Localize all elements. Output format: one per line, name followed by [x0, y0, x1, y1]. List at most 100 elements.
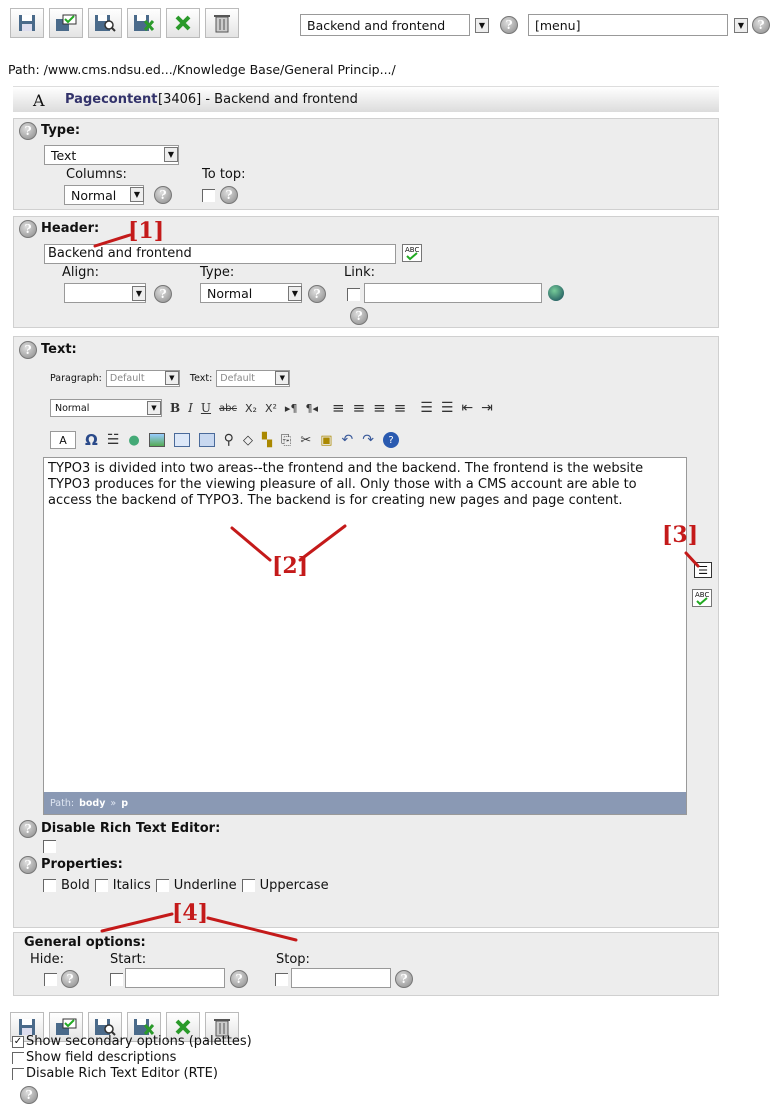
html-source-icon[interactable]: ◇ — [243, 433, 253, 448]
help-icon[interactable]: ? — [220, 186, 238, 204]
remove-format-icon[interactable]: ▚ — [262, 433, 272, 448]
statusbar-separator: » — [110, 797, 117, 809]
help-icon[interactable]: ? — [61, 970, 79, 988]
totop-checkbox[interactable] — [202, 189, 215, 202]
unordered-list-icon[interactable]: ☰ — [441, 400, 454, 416]
chevron-down-icon[interactable]: ▼ — [164, 147, 178, 162]
close-button[interactable] — [166, 8, 200, 38]
indent-icon[interactable]: ⇥ — [481, 400, 493, 416]
bold-checkbox[interactable] — [43, 879, 56, 892]
delete-button[interactable] — [205, 8, 239, 38]
align-center-icon[interactable]: ≡ — [353, 399, 366, 417]
italic-button[interactable]: I — [188, 401, 193, 415]
chevron-down-icon[interactable]: ▼ — [475, 18, 489, 33]
subscript-button[interactable]: X₂ — [245, 402, 257, 415]
uppercase-checkbox[interactable] — [241, 879, 255, 892]
spellcheck-icon[interactable]: ABC — [692, 589, 712, 607]
disable-rte-global-checkbox[interactable] — [12, 1068, 24, 1080]
field-descriptions-checkbox[interactable] — [12, 1052, 24, 1064]
help-icon[interactable]: ? — [350, 307, 368, 325]
chevron-down-icon[interactable]: ▼ — [734, 18, 748, 33]
italics-checkbox[interactable] — [94, 879, 108, 892]
special-char-icon[interactable]: Ω — [85, 431, 98, 449]
italics-option-label: Italics — [112, 878, 151, 893]
statusbar-path-label: Path: — [50, 797, 75, 809]
start-checkbox[interactable] — [110, 973, 123, 986]
block-style-select[interactable]: Normal ▼ — [50, 399, 162, 417]
redo-icon[interactable]: ↷ — [362, 432, 374, 448]
header-panel: ? Header: Backend and frontend ABC Align… — [13, 216, 719, 328]
rte-editor[interactable]: TYPO3 is divided into two areas--the fro… — [43, 457, 687, 815]
save-button[interactable] — [10, 8, 44, 38]
rte-body-text[interactable]: TYPO3 is divided into two areas--the fro… — [44, 458, 686, 512]
help-icon[interactable]: ? — [19, 341, 37, 359]
help-icon[interactable]: ? — [230, 970, 248, 988]
type-select[interactable]: Text — [44, 145, 179, 165]
align-left-icon[interactable]: ≡ — [332, 399, 345, 417]
help-icon[interactable]: ? — [20, 1086, 38, 1104]
disable-rte-checkbox[interactable] — [43, 840, 56, 853]
text-style-select[interactable]: Default ▼ — [216, 369, 291, 387]
help-icon[interactable]: ? — [19, 220, 37, 238]
field-descriptions-label: Show field descriptions — [26, 1050, 177, 1065]
secondary-options-checkbox[interactable]: ✓ — [12, 1036, 24, 1048]
copy-icon[interactable]: ⎘ — [281, 433, 291, 448]
hide-checkbox[interactable] — [44, 973, 57, 986]
link-icon[interactable]: ● — [128, 433, 139, 448]
chevron-down-icon[interactable]: ▼ — [288, 286, 302, 301]
ordered-list-icon[interactable]: ☰ — [420, 400, 433, 416]
help-icon[interactable]: ? — [752, 16, 770, 34]
chevron-down-icon[interactable]: ▼ — [132, 286, 146, 301]
find-replace-icon[interactable]: ⚲ — [224, 432, 234, 448]
bold-button[interactable]: B — [170, 401, 180, 415]
paragraph-select[interactable]: Default ▼ — [105, 369, 180, 387]
help-icon[interactable]: ? — [154, 186, 172, 204]
horizontal-rule-icon[interactable]: ☱ — [107, 432, 120, 448]
help-icon[interactable]: ? — [19, 856, 37, 874]
spellcheck-icon[interactable]: ABC — [402, 244, 422, 262]
stop-checkbox[interactable] — [275, 973, 288, 986]
paste-icon[interactable]: ▣ — [320, 433, 332, 448]
link-checkbox[interactable] — [347, 288, 360, 301]
stop-input[interactable] — [291, 968, 391, 988]
fullscreen-editor-icon[interactable]: ☰ — [694, 562, 712, 578]
about-icon[interactable]: ? — [383, 432, 400, 448]
table-icon[interactable] — [173, 433, 190, 447]
align-label: Align: — [62, 265, 99, 280]
justify-icon[interactable]: ≡ — [394, 399, 407, 417]
outdent-icon[interactable]: ⇤ — [461, 400, 473, 416]
header-input[interactable]: Backend and frontend — [44, 244, 396, 264]
link-input[interactable] — [364, 283, 542, 303]
underline-checkbox[interactable] — [155, 879, 169, 892]
cut-icon[interactable]: ✂ — [300, 433, 311, 448]
header-type-select[interactable]: Normal — [200, 283, 302, 303]
language-select[interactable]: Backend and frontend — [300, 14, 470, 36]
chevron-down-icon[interactable]: ▼ — [130, 187, 144, 202]
underline-button[interactable]: U — [201, 401, 211, 415]
statusbar-p[interactable]: p — [121, 798, 128, 809]
ltr-icon[interactable]: ▸¶ — [285, 402, 298, 415]
menu-select[interactable]: [menu] — [528, 14, 728, 36]
save-spellcheck-button[interactable] — [49, 8, 83, 38]
save-close-button[interactable] — [127, 8, 161, 38]
help-icon[interactable]: ? — [154, 285, 172, 303]
help-icon[interactable]: ? — [19, 820, 37, 838]
help-icon[interactable]: ? — [308, 285, 326, 303]
chevron-down-icon: ▼ — [147, 401, 161, 415]
link-browser-icon[interactable] — [548, 285, 564, 301]
image-icon[interactable] — [148, 433, 165, 447]
statusbar-body[interactable]: body — [79, 798, 105, 809]
help-icon[interactable]: ? — [19, 122, 37, 140]
strikethrough-button[interactable]: abc — [219, 403, 237, 414]
table-properties-icon[interactable] — [198, 433, 215, 447]
rtl-icon[interactable]: ¶◂ — [305, 402, 318, 415]
undo-icon[interactable]: ↶ — [342, 432, 354, 448]
help-icon[interactable]: ? — [500, 16, 518, 34]
save-view-button[interactable] — [88, 8, 122, 38]
superscript-button[interactable]: X² — [265, 402, 277, 415]
hide-label: Hide: — [30, 952, 65, 967]
help-icon[interactable]: ? — [395, 970, 413, 988]
font-color-button[interactable]: A — [50, 431, 76, 449]
align-right-icon[interactable]: ≡ — [373, 399, 386, 417]
start-input[interactable] — [125, 968, 225, 988]
